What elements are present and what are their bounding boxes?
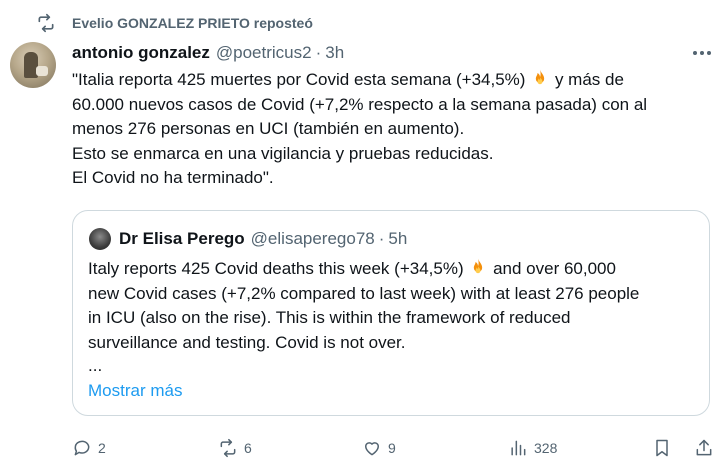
quote-time: 5h [388,229,408,248]
bookmark-button[interactable] [652,434,678,462]
tweet-text-line: "Italia reporta 425 muertes por Covid es… [72,70,526,89]
repost-context[interactable]: Evelio GONZALEZ PRIETO reposteó [36,12,313,34]
tweet-text-line: Esto se enmarca en una vigilancia y prue… [72,143,494,163]
quote-text-line: in ICU (also on the rise). This is withi… [88,308,571,328]
like-button[interactable]: 9 [362,434,396,462]
tweet-text-line: El Covid no ha terminado". [72,168,274,188]
tweet-header: antonio gonzalez @poetricus2 · 3h [72,42,344,64]
quoted-tweet[interactable]: Dr Elisa Perego @elisaperego78 · 5h Ital… [72,210,710,416]
views-button[interactable]: 328 [508,434,557,462]
quote-text: Italy reports 425 Covid deaths this week… [88,257,698,355]
reply-count: 2 [98,440,106,456]
reply-button[interactable]: 2 [72,434,106,462]
tweet-text-line: 60.000 nuevos casos de Covid (+7,2% resp… [72,94,648,114]
heart-icon [365,442,379,456]
quote-text-line: Italy reports 425 Covid deaths this week… [88,259,464,278]
reply-icon [74,440,90,456]
quote-author-handle: @elisaperego78 [250,229,375,248]
quote-text-line: new Covid cases (+7,2% compared to last … [88,283,640,303]
separator-dot: · [315,43,322,62]
fire-emoji-icon [536,69,545,85]
tweet-time[interactable]: 3h [325,43,344,63]
separator-dot: · [378,229,385,248]
tweet-text-line: y más de [554,70,624,89]
author-handle[interactable]: @poetricus2 [216,43,312,63]
tweet-text: "Italia reporta 425 muertes por Covid es… [72,68,722,191]
quote-avatar [89,228,111,250]
quote-text-line: surveillance and testing. Covid is not o… [88,332,406,352]
tweet-text-line: menos 276 personas en UCI (también en au… [72,119,465,139]
repost-icon [220,438,236,458]
repost-button[interactable]: 6 [218,434,252,462]
author-name[interactable]: antonio gonzalez [72,43,210,63]
repost-count: 6 [244,440,252,456]
quote-text-line: and over 60,000 [493,259,616,278]
bookmark-icon [656,439,668,457]
show-more-link[interactable]: Mostrar más [88,381,182,401]
share-button[interactable] [694,434,720,462]
repost-label: Evelio GONZALEZ PRIETO reposteó [72,15,313,31]
fire-emoji-icon [474,258,483,274]
repost-icon [38,13,54,33]
quote-ellipsis: ... [88,356,103,375]
views-chart-icon [511,440,526,456]
more-options-icon[interactable] [690,44,714,62]
like-count: 9 [388,440,396,456]
share-icon [696,439,712,456]
action-bar: 2 6 9 328 [0,434,728,462]
avatar[interactable] [10,42,56,88]
quote-author-name: Dr Elisa Perego [119,229,245,248]
quote-header: Dr Elisa Perego @elisaperego78 · 5h [119,227,407,251]
views-count: 328 [534,440,558,456]
